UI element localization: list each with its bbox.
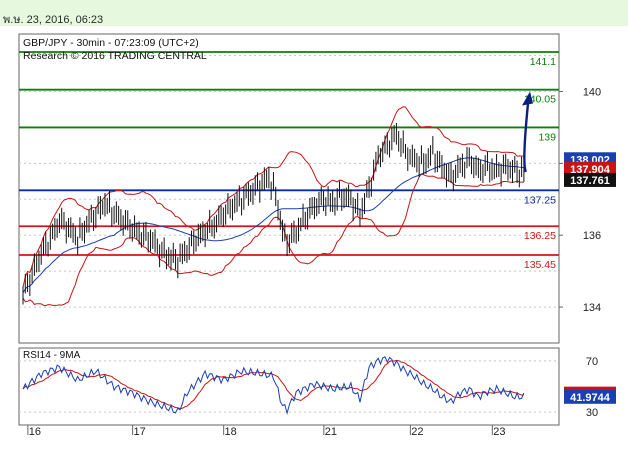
- price-pane-frame: [18, 33, 560, 344]
- level-label: 135.45: [524, 259, 556, 271]
- rsi-title: RSI14 - 9MA: [23, 350, 81, 361]
- rsi-tick-label: 30: [586, 407, 598, 419]
- level-label: 136.25: [524, 230, 556, 242]
- x-tick-label: 23: [493, 426, 505, 438]
- level-label: 141.1: [530, 56, 556, 68]
- price-tick-label: 134: [583, 302, 601, 314]
- chart-title: GBP/JPY - 30min - 07:23:09 (UTC+2): [23, 37, 199, 49]
- price-chart: 141.1140.05139137.25136.25135.45 1401381…: [18, 33, 616, 438]
- rsi-tick-label: 70: [586, 356, 598, 368]
- level-label: 137.25: [524, 194, 556, 206]
- chart-subtitle: Research © 2016 TRADING CENTRAL: [23, 50, 207, 62]
- price-tick-label: 136: [583, 230, 601, 242]
- x-tick-label: 22: [411, 426, 423, 438]
- rsi-tag-label: 41.9744: [570, 392, 611, 404]
- rsi-pane-frame: [18, 347, 560, 426]
- x-tick-label: 18: [225, 426, 237, 438]
- price-tag-label: 137.761: [570, 175, 610, 187]
- x-tick-label: 17: [133, 426, 145, 438]
- x-tick-label: 16: [29, 426, 41, 438]
- x-tick-label: 21: [325, 426, 337, 438]
- price-tick-label: 140: [583, 86, 601, 98]
- level-label: 139: [538, 131, 556, 143]
